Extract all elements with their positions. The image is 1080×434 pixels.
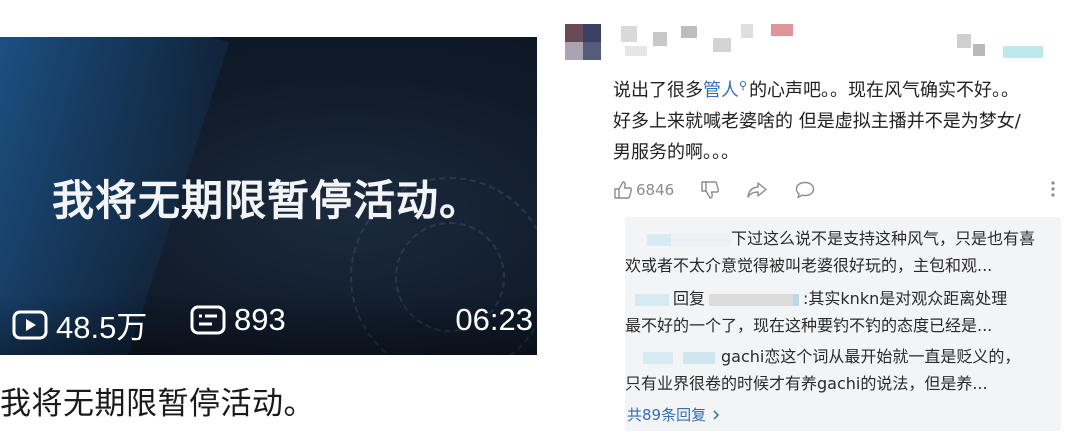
comment-body: 说出了很多管人⚲ 的心声吧。。现在风气确实不好。。好多上来就喊老婆啥的 但是虚拟主…: [613, 70, 1033, 168]
reply-button[interactable]: [794, 180, 816, 200]
replies-container: 下过这么说不是支持这种风气，只是也有喜 欢或者不太介意觉得被叫老婆很好玩的，主包…: [625, 217, 1061, 431]
like-count: 6846: [636, 181, 675, 199]
more-button[interactable]: [1050, 180, 1056, 202]
dislike-button[interactable]: [700, 180, 720, 200]
danmaku-icon: [190, 305, 226, 335]
reply-item[interactable]: gachi恋这个词从最开始就一直是贬义的， 只有业界很卷的时候才有养gachi的…: [625, 343, 1061, 397]
view-all-replies-link[interactable]: 共89条回复: [627, 404, 721, 425]
reply-text: :其实knkn是对观众距离处理: [803, 289, 1008, 308]
avatar[interactable]: [565, 24, 601, 60]
reply-prefix: 回复: [673, 289, 706, 308]
view-count-text: 48.5万: [56, 310, 148, 345]
reply-username-redacted[interactable]: [643, 351, 673, 364]
reply-item[interactable]: 回复 :其实knkn是对观众距离处理 最不好的一个了，现在这种要钓不钓的态度已经是…: [625, 285, 1061, 339]
user-badge-redacted: [957, 34, 1047, 60]
video-duration: 06:23: [455, 302, 533, 337]
search-mark-icon[interactable]: ⚲: [739, 79, 747, 92]
reply-username-redacted[interactable]: [635, 293, 669, 306]
video-title[interactable]: 我将无期限暂停活动。: [0, 378, 315, 423]
dislike-icon: [701, 181, 720, 199]
danmaku-count: 893: [190, 302, 286, 338]
reply-line: 下过这么说不是支持这种风气，只是也有喜: [625, 225, 1061, 252]
reply-item[interactable]: 下过这么说不是支持这种风气，只是也有喜 欢或者不太介意觉得被叫老婆很好玩的，主包…: [625, 225, 1061, 279]
reply-username-redacted[interactable]: [647, 233, 671, 246]
reply-icon: [795, 181, 815, 199]
reply-target-redacted[interactable]: [709, 293, 794, 306]
reply-line: 最不好的一个了，现在这种要钓不钓的态度已经是...: [625, 316, 993, 335]
like-button[interactable]: 6846: [613, 180, 674, 200]
reply-text: 下过这么说不是支持这种风气，只是也有喜: [731, 229, 1036, 248]
more-icon: [1051, 181, 1055, 197]
like-icon: [614, 181, 633, 199]
reply-line: 欢或者不太介意觉得被叫老婆很好玩的，主包和观...: [625, 256, 993, 275]
danmaku-count-text: 893: [234, 302, 286, 337]
screenshot-root: 我将无期限暂停活动。 48.5万 893 06:23 我将无期限暂停活动。 说出…: [0, 0, 1080, 434]
share-icon: [747, 182, 767, 198]
username-redacted[interactable]: [621, 22, 821, 62]
keyword-link[interactable]: 管人: [703, 80, 739, 101]
reply-line: gachi恋这个词从最开始就一直是贬义的，: [625, 343, 1061, 370]
video-card[interactable]: 我将无期限暂停活动。 48.5万 893 06:23 我将无期限暂停活动。: [0, 0, 547, 434]
thumbnail-text: 我将无期限暂停活动。: [52, 176, 483, 225]
share-button[interactable]: [746, 180, 768, 200]
chevron-right-icon: [713, 409, 720, 420]
comment-text-before: 说出了很多: [613, 80, 703, 101]
view-count: 48.5万: [12, 302, 147, 347]
reply-line: 回复 :其实knkn是对观众距离处理: [625, 285, 1061, 312]
reply-text: gachi恋这个词从最开始就一直是贬义的，: [721, 347, 1021, 366]
reply-line: 只有业界很卷的时候才有养gachi的说法，但是养...: [625, 374, 988, 393]
comment-actions: 6846: [613, 178, 1063, 202]
play-count-icon: [12, 310, 48, 339]
comment-panel: 说出了很多管人⚲ 的心声吧。。现在风气确实不好。。好多上来就喊老婆啥的 但是虚拟主…: [547, 0, 1080, 434]
reply-count-text: 共89条回复: [627, 406, 707, 424]
